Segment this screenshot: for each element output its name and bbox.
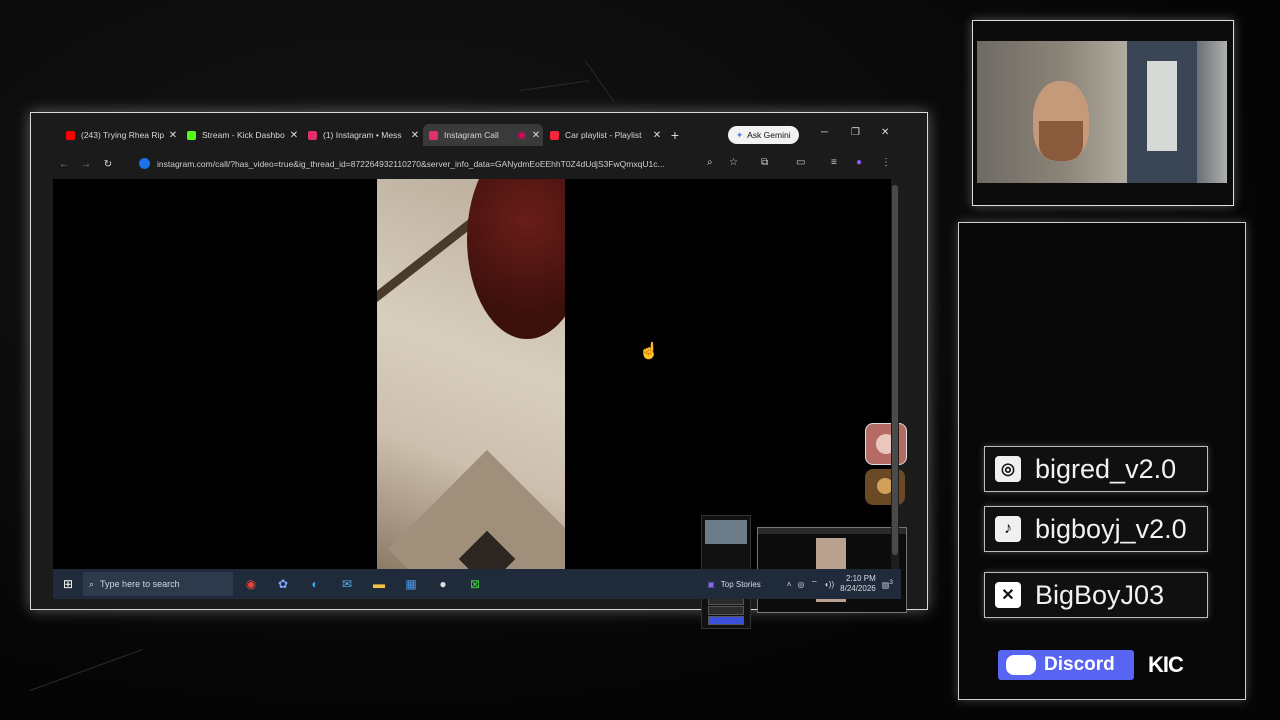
discord-icon [1006,655,1036,675]
close-icon[interactable]: ✕ [166,130,180,141]
tab-instagram-messages[interactable]: (1) Instagram • Mess ✕ [302,124,422,146]
news-icon[interactable]: ▣ [707,580,715,589]
x-handle: ✕ BigBoyJ03 [984,572,1208,618]
x-name: BigBoyJ03 [1035,579,1165,610]
close-icon[interactable]: ✕ [650,130,664,141]
edge-icon[interactable]: ◐ [301,573,329,595]
close-icon[interactable]: ✕ [408,130,422,141]
discord-badge: Discord [998,650,1134,680]
store-icon[interactable]: ▦ [397,573,425,595]
tab-title: Car playlist - Playlist [565,130,642,140]
instagram-name: bigred_v2.0 [1035,453,1177,484]
instagram-icon [308,130,317,140]
menu-icon[interactable]: ⋮ [881,157,891,168]
tab-youtube[interactable]: (243) Trying Rhea Rip ✕ [60,124,180,146]
thumb-row [708,616,744,625]
scrollbar[interactable] [891,179,899,569]
webcam-detail [1039,121,1083,161]
xbox-icon[interactable]: ⊠ [461,573,489,595]
browser-window: (243) Trying Rhea Rip ✕ Stream - Kick Da… [30,112,928,629]
network-icon[interactable]: ⌔ [810,579,818,589]
instagram-icon: ◎ [995,456,1021,482]
minimize-icon[interactable]: ─ [821,127,828,138]
notification-icon[interactable]: ▤3 [882,579,893,590]
extensions-icon[interactable]: ⧉ [761,157,768,168]
mail-icon[interactable]: ✉ [333,573,361,595]
video-call-area[interactable]: ☝ [53,179,907,629]
forward-icon[interactable]: → [75,159,97,170]
music-icon [550,130,559,140]
tab-car-playlist[interactable]: Car playlist - Playlist ✕ [544,124,664,146]
news-label[interactable]: Top Stories [721,580,761,589]
search-placeholder: Type here to search [100,579,180,589]
tiktok-handle: ♪ bigboyj_v2.0 [984,506,1208,552]
tab-title: (1) Instagram • Mess [323,130,402,140]
webcam-feed [977,41,1227,183]
decorative-line [29,648,143,691]
ask-gemini-button[interactable]: ✦ Ask Gemini [728,126,799,144]
webcam-overlay [972,20,1234,206]
x-icon: ✕ [995,582,1021,608]
profile-icon[interactable]: ● [856,157,862,168]
tab-title: Stream - Kick Dashbo [202,130,285,140]
participant-avatar[interactable] [865,469,905,505]
youtube-icon [66,130,75,140]
preview-titlebar [758,528,906,534]
participant-avatar[interactable] [865,423,907,465]
obs-icon[interactable]: ● [429,573,457,595]
search-icon: ⌕ [89,578,95,589]
tiktok-icon: ♪ [995,516,1021,542]
tab-instagram-call[interactable]: Instagram Call ◉ ✕ [423,124,543,146]
tab-title: (243) Trying Rhea Rip [81,130,165,140]
video-detail [467,179,565,339]
instagram-icon [429,130,438,140]
scrollbar-thumb[interactable] [892,185,898,555]
back-icon[interactable]: ← [53,159,75,170]
time-text: 2:10 PM [845,574,876,583]
new-tab-button[interactable]: + [664,127,686,143]
windows-start-icon[interactable]: ⊞ [53,577,83,591]
tab-title: Instagram Call [444,130,499,140]
gemini-icon: ✦ [736,129,744,140]
kick-logo: KIC [1148,652,1184,677]
hand-cursor-icon: ☝ [639,343,659,360]
chrome-icon[interactable]: ◉ [237,573,265,595]
restore-icon[interactable]: ❐ [851,127,860,138]
self-camera-preview [705,520,747,544]
instagram-handle: ◎ bigred_v2.0 [984,446,1208,492]
copilot-icon[interactable]: ✿ [269,573,297,595]
thumb-row [708,606,744,615]
clock[interactable]: 2:10 PM 8/24/2026 [840,574,876,594]
remote-video-feed [377,179,565,569]
webcam-detail [1147,61,1177,151]
close-icon[interactable]: ✕ [287,130,301,141]
kick-icon [187,130,196,140]
decorative-line [519,80,590,91]
file-explorer-icon[interactable]: ▬ [365,573,393,595]
volume-icon[interactable]: ◖)) [824,580,834,589]
url-field[interactable]: instagram.com/call/?has_video=true&ig_th… [133,153,713,175]
close-icon[interactable]: ✕ [529,130,543,141]
chevron-up-icon[interactable]: ˄ [787,580,792,589]
media-control-icon[interactable]: ≡ [831,157,837,168]
tiktok-name: bigboyj_v2.0 [1035,513,1187,544]
date-text: 8/24/2026 [840,584,876,593]
address-bar: ← → ↻ instagram.com/call/?has_video=true… [53,153,901,175]
tray-icon[interactable]: ◎ [797,580,804,589]
recording-icon: ◉ [517,129,527,141]
cast-icon[interactable]: ▭ [796,157,805,168]
windows-taskbar: ⊞ ⌕ Type here to search ◉ ✿ ◐ ✉ ▬ ▦ ● ⊠ … [53,569,901,599]
tab-kick[interactable]: Stream - Kick Dashbo ✕ [181,124,301,146]
close-window-icon[interactable]: ✕ [881,127,889,138]
discord-label: Discord [1044,654,1115,675]
bookmark-star-icon[interactable]: ☆ [729,157,738,168]
zoom-icon[interactable]: ⌕ [707,157,713,168]
notification-count: 3 [889,578,893,586]
taskbar-search[interactable]: ⌕ Type here to search [83,572,233,596]
reload-icon[interactable]: ↻ [97,159,119,170]
system-tray: ▣ Top Stories ˄ ◎ ⌔ ◖)) 2:10 PM 8/24/202… [707,569,893,599]
ask-gemini-label: Ask Gemini [747,130,791,140]
site-info-icon[interactable] [139,158,150,169]
url-text: instagram.com/call/?has_video=true&ig_th… [157,159,665,169]
